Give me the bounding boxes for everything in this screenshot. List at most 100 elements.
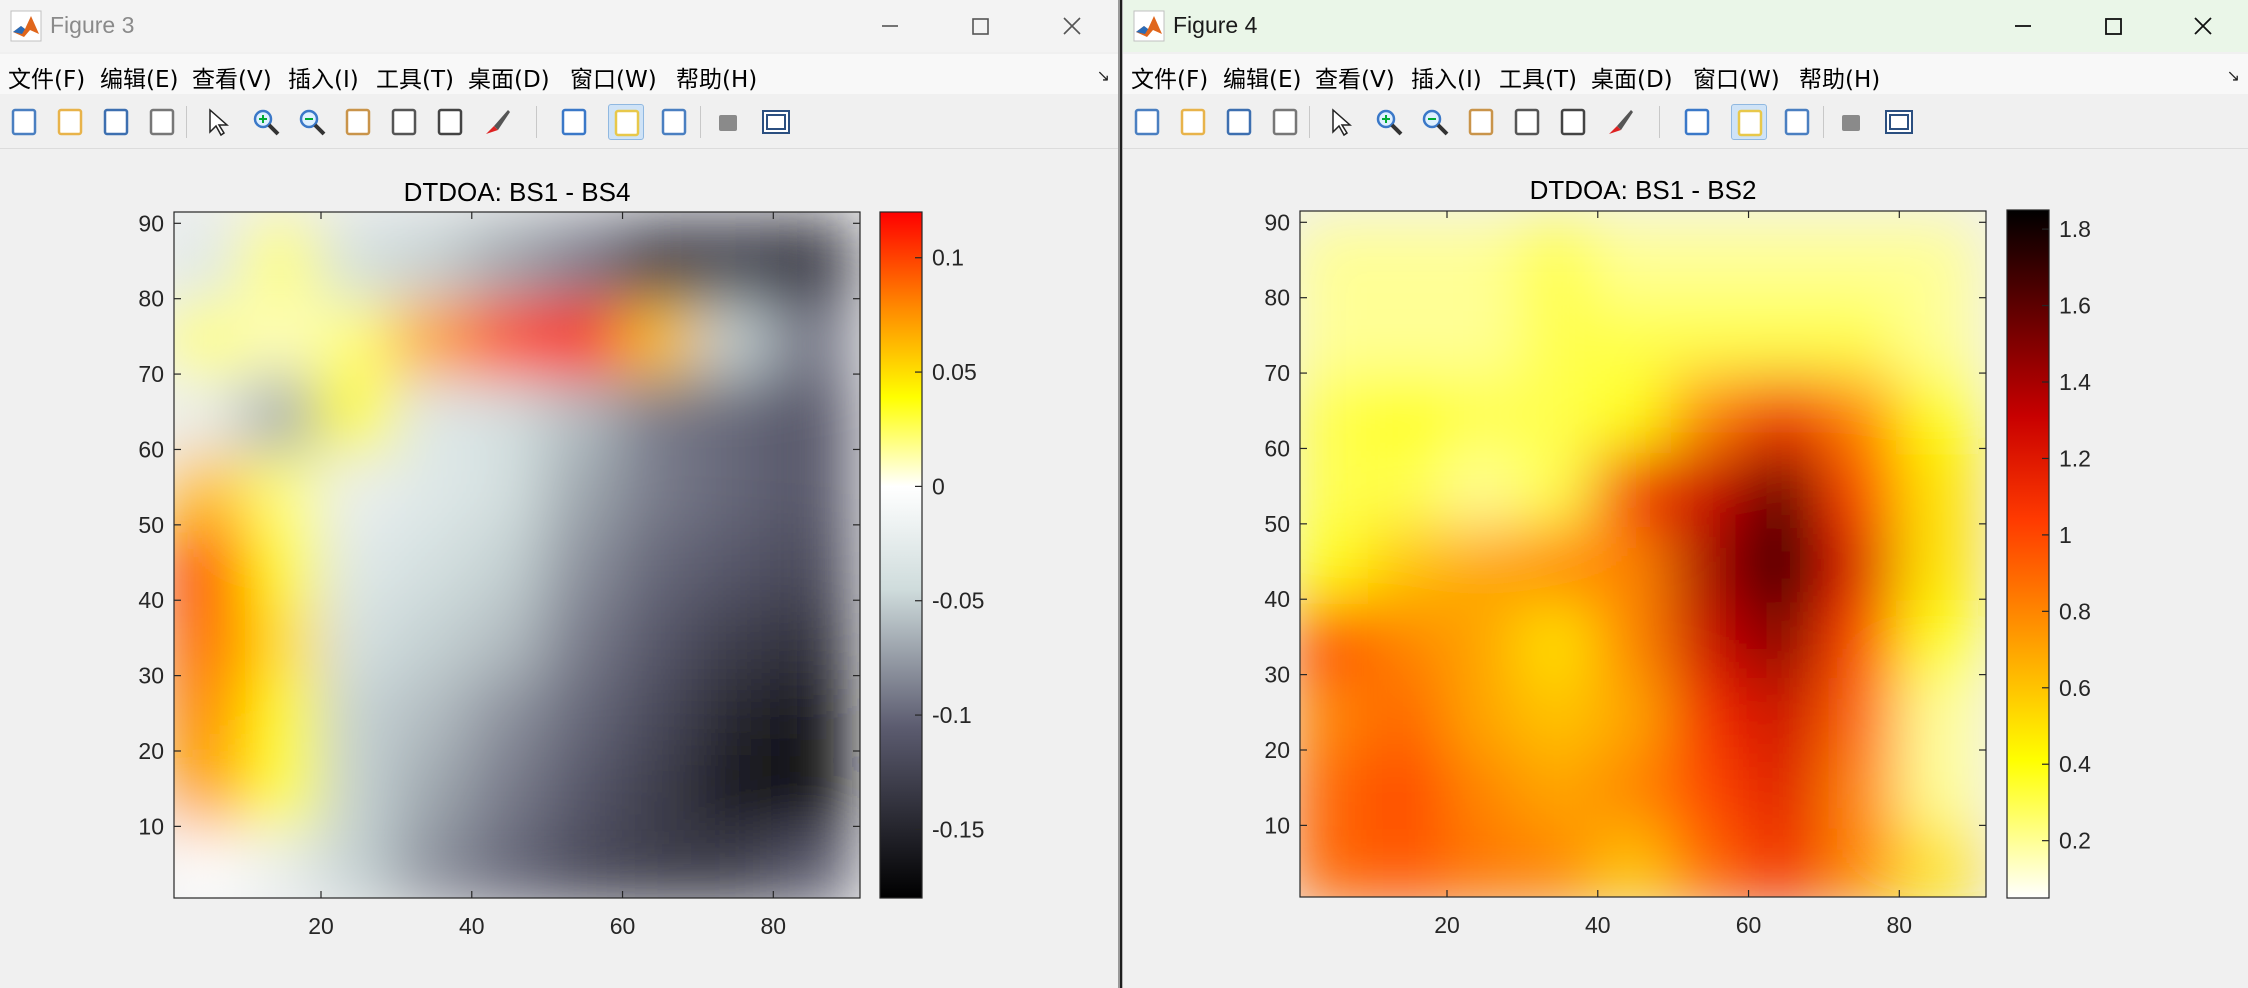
matlab-logo-icon	[1133, 10, 1165, 42]
colorbar-button[interactable]	[1731, 104, 1767, 140]
link-plot-icon	[561, 108, 587, 136]
title-bar[interactable]: Figure 4	[1123, 0, 2248, 52]
heatmap-cell	[543, 446, 626, 529]
colorbar[interactable]	[2007, 210, 2049, 898]
brush-button[interactable]	[1603, 104, 1639, 140]
colorbar-tick-label: 0	[932, 473, 945, 499]
figure-window-3[interactable]: Figure 3 文件(F) 编辑(E) 查看(V) 插入(I) 工具(T) 桌…	[0, 0, 1120, 988]
hide-plot-tools-button[interactable]	[1833, 104, 1869, 140]
brush-button[interactable]	[480, 104, 516, 140]
minimize-icon	[882, 25, 898, 27]
toolbar-separator	[700, 106, 701, 138]
colorbar-tick-label: 1.4	[2059, 369, 2091, 395]
x-tick-label: 60	[610, 913, 636, 939]
show-plot-tools-button[interactable]	[758, 104, 794, 140]
heatmap-cell	[1300, 218, 1376, 302]
heatmap-cell	[392, 521, 476, 604]
heatmap-cell	[1895, 746, 1979, 829]
menu-file[interactable]: 文件(F)	[8, 60, 85, 94]
heatmap-cell	[1820, 218, 1903, 302]
y-tick-label: 70	[1264, 360, 1290, 386]
rotate-3d-icon	[391, 108, 417, 136]
legend-button[interactable]	[1779, 104, 1815, 140]
title-bar[interactable]: Figure 3	[0, 0, 1118, 52]
menu-window[interactable]: 窗口(W)	[1693, 60, 1780, 94]
hide-plot-tools-button[interactable]	[710, 104, 746, 140]
legend-icon	[661, 108, 687, 136]
zoom-out-button[interactable]	[294, 104, 330, 140]
data-cursor-button[interactable]	[1555, 104, 1591, 140]
menu-help[interactable]: 帮助(H)	[1799, 60, 1880, 94]
colorbar-button[interactable]	[608, 104, 644, 140]
menu-help[interactable]: 帮助(H)	[676, 60, 757, 94]
menu-grip-icon[interactable]: ↘	[1097, 66, 1110, 86]
menu-edit[interactable]: 编辑(E)	[1223, 60, 1301, 94]
heatmap-cell	[1669, 520, 1752, 603]
minimize-button[interactable]	[870, 8, 910, 44]
chart-title: DTDOA: BS1 - BS2	[1530, 175, 1757, 205]
colorbar-tick-label: -0.15	[932, 816, 984, 842]
heatmap-cell	[1300, 746, 1376, 829]
pan-icon	[345, 108, 371, 136]
data-cursor-button[interactable]	[432, 104, 468, 140]
menu-view[interactable]: 查看(V)	[1315, 60, 1395, 94]
menu-tools[interactable]: 工具(T)	[1499, 60, 1577, 94]
save-button[interactable]	[98, 104, 134, 140]
link-plot-button[interactable]	[1679, 104, 1715, 140]
pan-button[interactable]	[340, 104, 376, 140]
heatmap-cell	[174, 822, 250, 898]
new-figure-button[interactable]	[1129, 104, 1165, 140]
heatmap-cell	[1745, 520, 1828, 603]
rotate-3d-button[interactable]	[1509, 104, 1545, 140]
heatmap-cell	[468, 370, 551, 453]
new-figure-icon	[11, 108, 37, 136]
link-plot-button[interactable]	[556, 104, 592, 140]
heatmap-cell	[174, 596, 250, 680]
close-button[interactable]	[1052, 8, 1092, 44]
menu-grip-icon[interactable]: ↘	[2227, 66, 2240, 86]
heatmap-plot[interactable]	[1293, 218, 1979, 904]
menu-view[interactable]: 查看(V)	[192, 60, 272, 94]
zoom-in-button[interactable]	[1371, 104, 1407, 140]
figure-window-4[interactable]: Figure 4 文件(F) 编辑(E) 查看(V) 插入(I) 工具(T) 桌…	[1122, 0, 2248, 988]
select-arrow-button[interactable]	[200, 104, 236, 140]
heatmap-cell	[317, 446, 400, 529]
heatmap-cell	[1745, 294, 1828, 377]
pan-button[interactable]	[1463, 104, 1499, 140]
select-arrow-button[interactable]	[1323, 104, 1359, 140]
menu-desktop[interactable]: 桌面(D)	[1591, 60, 1673, 94]
show-plot-tools-button[interactable]	[1881, 104, 1917, 140]
print-button[interactable]	[144, 104, 180, 140]
zoom-in-button[interactable]	[248, 104, 284, 140]
new-figure-button[interactable]	[6, 104, 42, 140]
heatmap-plot[interactable]	[167, 219, 853, 905]
menu-insert[interactable]: 插入(I)	[1411, 60, 1482, 94]
heatmap-cell	[1895, 595, 1979, 679]
y-tick-label: 90	[138, 210, 164, 236]
maximize-button[interactable]	[960, 8, 1000, 44]
print-button[interactable]	[1267, 104, 1303, 140]
zoom-out-button[interactable]	[1417, 104, 1453, 140]
colorbar-tick-label: 0.4	[2059, 751, 2091, 777]
colorbar[interactable]	[880, 212, 922, 898]
menu-file[interactable]: 文件(F)	[1131, 60, 1208, 94]
close-button[interactable]	[2183, 8, 2223, 44]
menu-desktop[interactable]: 桌面(D)	[468, 60, 550, 94]
heatmap-cell	[468, 446, 551, 529]
rotate-3d-button[interactable]	[386, 104, 422, 140]
menu-insert[interactable]: 插入(I)	[288, 60, 359, 94]
menu-tools[interactable]: 工具(T)	[376, 60, 454, 94]
maximize-button[interactable]	[2093, 8, 2133, 44]
menu-window[interactable]: 窗口(W)	[570, 60, 657, 94]
open-file-button[interactable]	[52, 104, 88, 140]
colorbar-tick-label: 0.2	[2059, 828, 2091, 854]
close-icon	[1063, 17, 1081, 35]
legend-button[interactable]	[656, 104, 692, 140]
zoom-out-icon	[1422, 109, 1449, 136]
minimize-button[interactable]	[2003, 8, 2043, 44]
open-file-button[interactable]	[1175, 104, 1211, 140]
menu-edit[interactable]: 编辑(E)	[100, 60, 178, 94]
heatmap-cell	[392, 596, 476, 680]
close-icon	[2194, 17, 2212, 35]
save-button[interactable]	[1221, 104, 1257, 140]
